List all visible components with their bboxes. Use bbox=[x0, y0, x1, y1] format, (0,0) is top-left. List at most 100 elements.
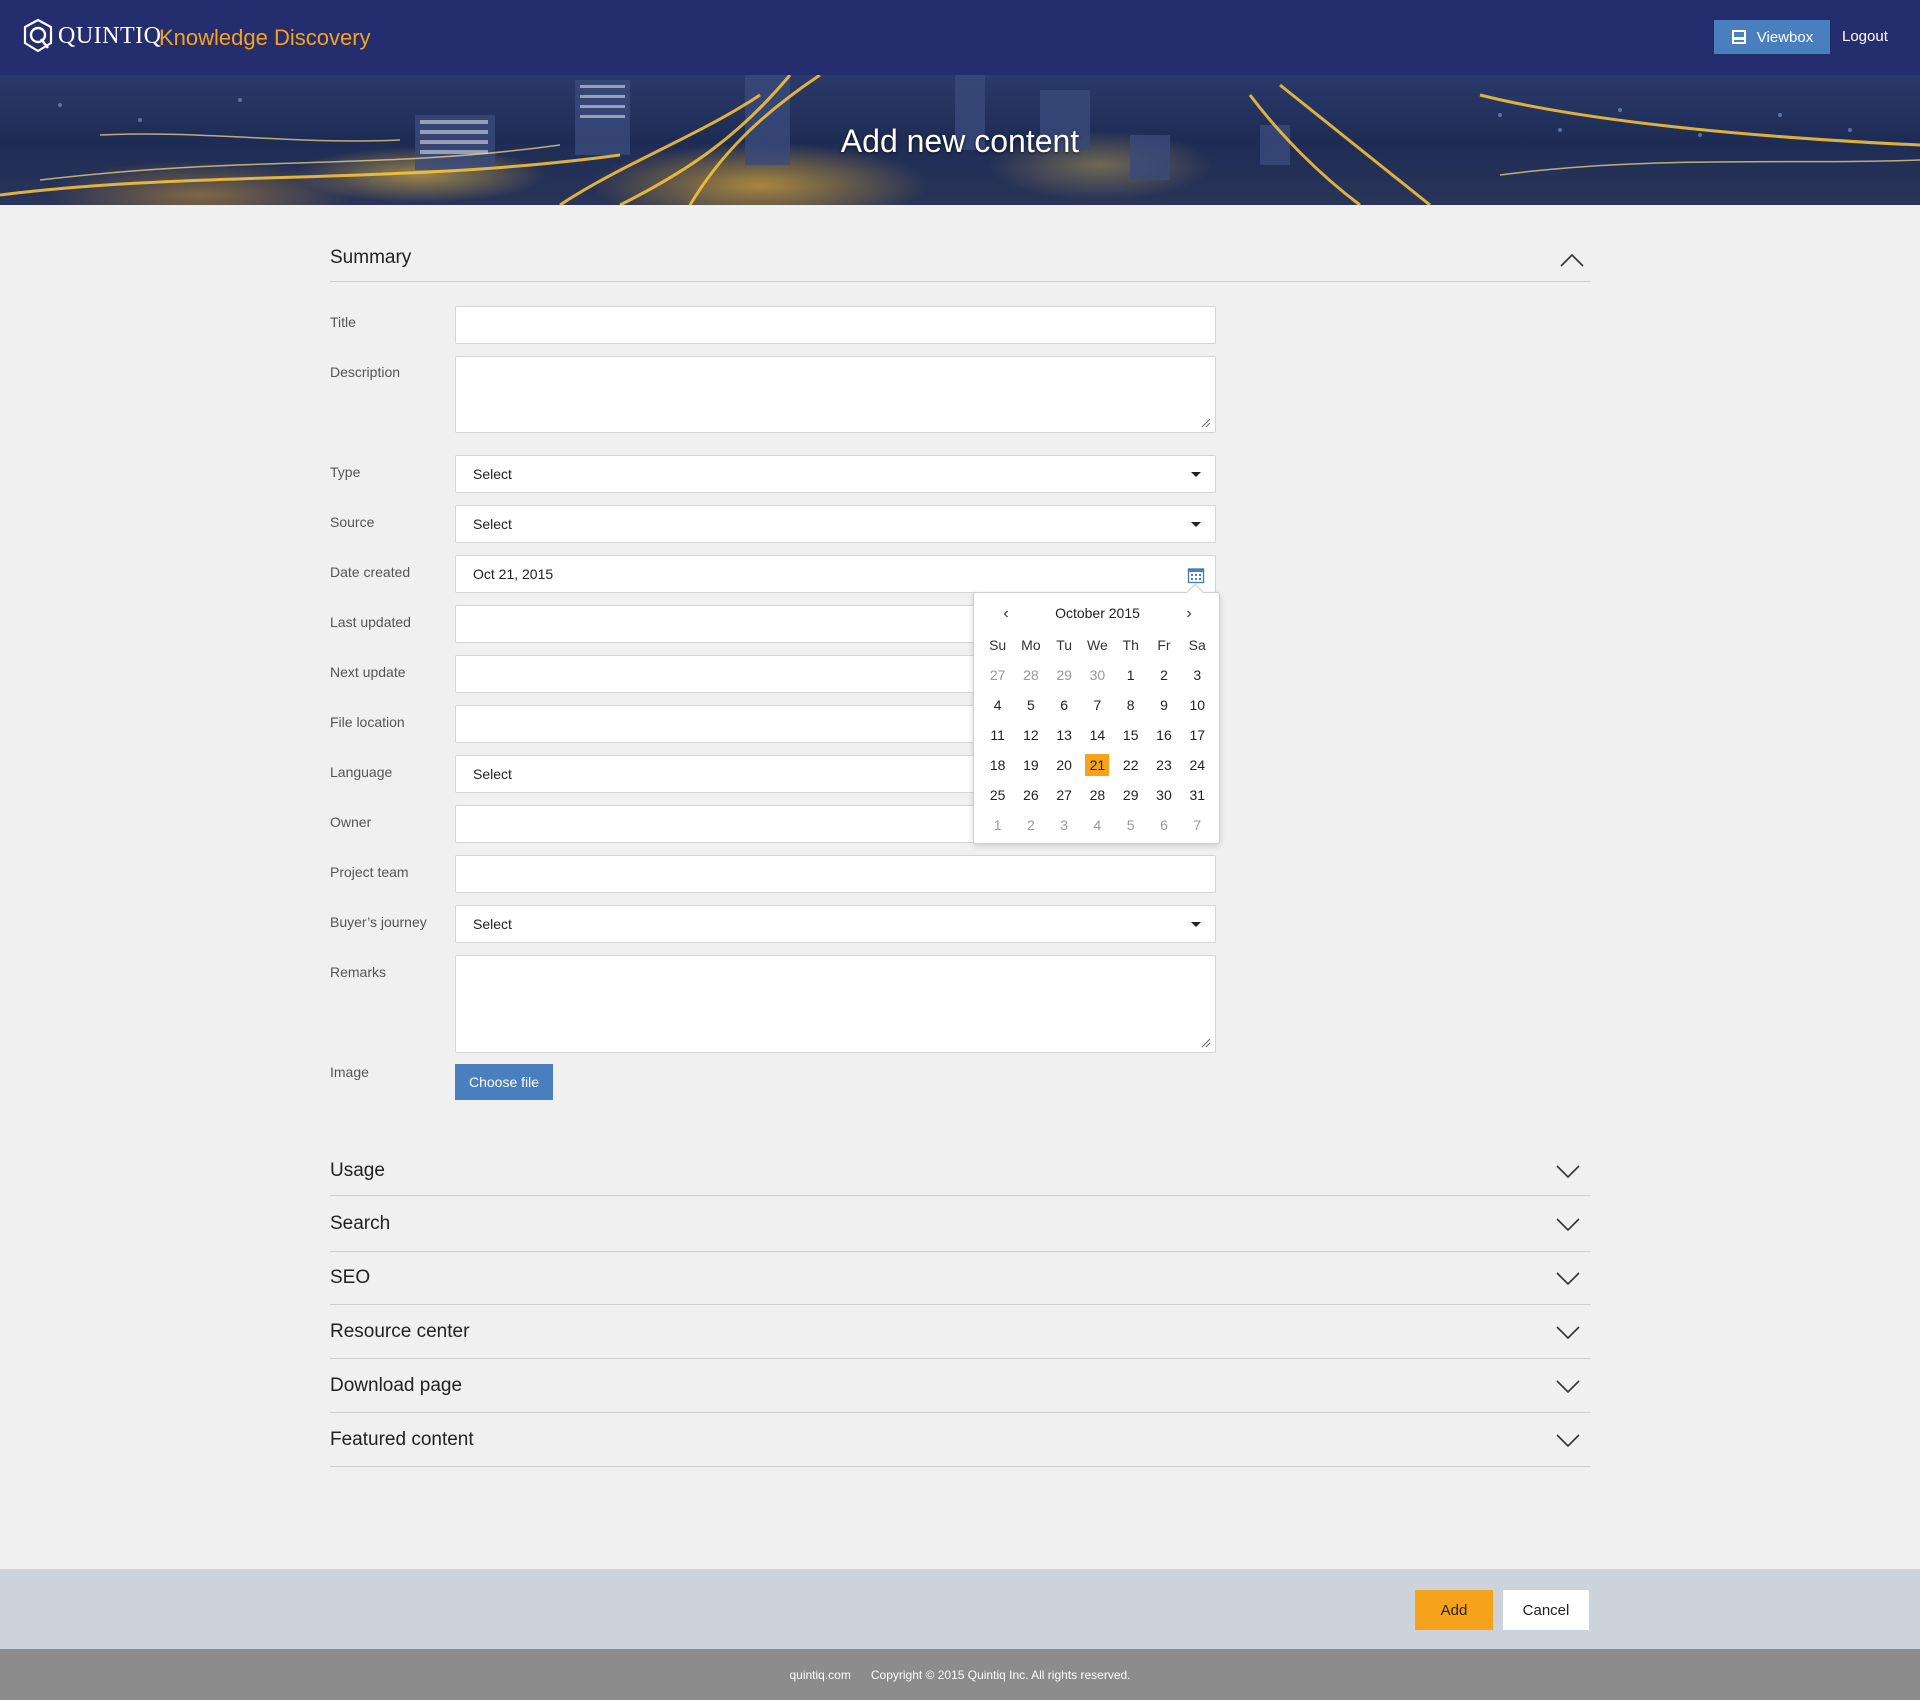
chevron-down-icon[interactable] bbox=[1555, 1216, 1581, 1232]
viewbox-button[interactable]: Viewbox bbox=[1714, 20, 1830, 54]
calendar-day[interactable]: 24 bbox=[1181, 750, 1214, 780]
chevron-down-icon[interactable] bbox=[1555, 1378, 1581, 1394]
calendar-day[interactable]: 7 bbox=[1181, 810, 1214, 840]
calendar-day-number: 27 bbox=[1056, 787, 1072, 803]
calendar-day-number: 25 bbox=[989, 787, 1006, 803]
calendar-day[interactable]: 5 bbox=[1114, 810, 1147, 840]
summary-section-header[interactable]: Summary bbox=[330, 234, 1591, 282]
file-location-label: File location bbox=[330, 714, 405, 730]
calendar-day[interactable]: 29 bbox=[1048, 660, 1081, 690]
calendar-day-number: 6 bbox=[1160, 817, 1168, 833]
calendar-day[interactable]: 12 bbox=[1014, 720, 1047, 750]
type-select[interactable]: Select bbox=[455, 455, 1216, 493]
calendar-day-number: 29 bbox=[1122, 787, 1139, 803]
calendar-day-number: 26 bbox=[1023, 787, 1039, 803]
chevron-down-icon[interactable] bbox=[1555, 1270, 1581, 1286]
seo-section-header[interactable]: SEO bbox=[330, 1252, 1591, 1305]
usage-section-header[interactable]: Usage bbox=[330, 1147, 1591, 1196]
calendar-day[interactable]: 5 bbox=[1014, 690, 1047, 720]
calendar-day[interactable]: 2 bbox=[1014, 810, 1047, 840]
quintiq-logo[interactable]: QUINTIQ bbox=[22, 18, 161, 54]
calendar-day[interactable]: 22 bbox=[1114, 750, 1147, 780]
resize-grip-icon[interactable] bbox=[1199, 416, 1211, 428]
datepicker-popup: ‹ October 2015 › Su Mo Tu We Th Fr Sa 27 28 29 30 1… bbox=[973, 583, 1220, 844]
chevron-down-icon[interactable] bbox=[1555, 1163, 1581, 1179]
logout-link[interactable]: Logout bbox=[1842, 28, 1888, 45]
next-month-icon[interactable]: › bbox=[1179, 603, 1199, 625]
calendar-day[interactable]: 1 bbox=[981, 810, 1014, 840]
calendar-day[interactable]: 26 bbox=[1014, 780, 1047, 810]
title-input[interactable] bbox=[455, 306, 1216, 344]
date-created-input[interactable]: Oct 21, 2015 bbox=[455, 555, 1216, 593]
chevron-down-icon[interactable] bbox=[1555, 1432, 1581, 1448]
buyers-journey-select-value: Select bbox=[473, 916, 512, 932]
calendar-day[interactable]: 28 bbox=[1081, 780, 1114, 810]
calendar-day[interactable]: 16 bbox=[1147, 720, 1180, 750]
calendar-day[interactable]: 29 bbox=[1114, 780, 1147, 810]
calendar-day[interactable]: 14 bbox=[1081, 720, 1114, 750]
calendar-day[interactable]: 1 bbox=[1114, 660, 1147, 690]
download-page-section-header[interactable]: Download page bbox=[330, 1359, 1591, 1413]
owner-label: Owner bbox=[330, 814, 372, 830]
remarks-textarea[interactable] bbox=[455, 955, 1216, 1053]
calendar-day[interactable]: 7 bbox=[1081, 690, 1114, 720]
calendar-day[interactable]: 10 bbox=[1181, 690, 1214, 720]
calendar-day[interactable]: 25 bbox=[981, 780, 1014, 810]
calendar-day[interactable]: 3 bbox=[1181, 660, 1214, 690]
calendar-day[interactable]: 4 bbox=[1081, 810, 1114, 840]
calendar-day[interactable]: 27 bbox=[1048, 780, 1081, 810]
add-button[interactable]: Add bbox=[1415, 1590, 1493, 1630]
calendar-day-number: 7 bbox=[1093, 697, 1102, 713]
calendar-day[interactable]: 20 bbox=[1048, 750, 1081, 780]
calendar-day-number: 16 bbox=[1156, 727, 1172, 743]
calendar-day-number: 1 bbox=[1126, 667, 1135, 683]
search-heading: Search bbox=[330, 1212, 391, 1234]
weekday-header: We bbox=[1087, 637, 1108, 653]
calendar-day[interactable]: 6 bbox=[1147, 810, 1180, 840]
buyers-journey-select[interactable]: Select bbox=[455, 905, 1216, 943]
calendar-day[interactable]: 11 bbox=[981, 720, 1014, 750]
calendar-day[interactable]: 3 bbox=[1048, 810, 1081, 840]
calendar-day[interactable]: 15 bbox=[1114, 720, 1147, 750]
calendar-day[interactable]: 28 bbox=[1014, 660, 1047, 690]
calendar-day-number: 5 bbox=[1126, 817, 1135, 833]
calendar-day[interactable]: 9 bbox=[1147, 690, 1180, 720]
calendar-day[interactable]: 13 bbox=[1048, 720, 1081, 750]
chevron-down-icon[interactable] bbox=[1555, 1324, 1581, 1340]
calendar-day-number: 23 bbox=[1156, 757, 1172, 773]
calendar-icon[interactable] bbox=[1187, 566, 1205, 584]
calendar-day[interactable]: 31 bbox=[1181, 780, 1214, 810]
calendar-day[interactable]: 30 bbox=[1147, 780, 1180, 810]
description-textarea[interactable] bbox=[455, 356, 1216, 433]
featured-content-section-header[interactable]: Featured content bbox=[330, 1413, 1591, 1467]
calendar-day-number: 28 bbox=[1089, 787, 1106, 803]
caret-down-icon bbox=[1191, 472, 1201, 477]
search-section-header[interactable]: Search bbox=[330, 1196, 1591, 1252]
seo-heading: SEO bbox=[330, 1267, 371, 1288]
datepicker-grid: Su Mo Tu We Th Fr Sa 27 28 29 30 1 2 3 4 5 6 7 8 9 10 11 12 13 1… bbox=[981, 630, 1214, 840]
weekday-header: Su bbox=[989, 637, 1007, 653]
chevron-up-icon[interactable] bbox=[1559, 252, 1585, 268]
cancel-button[interactable]: Cancel bbox=[1503, 1590, 1589, 1630]
calendar-day[interactable]: 4 bbox=[981, 690, 1014, 720]
calendar-day-number: 24 bbox=[1189, 757, 1206, 773]
source-select[interactable]: Select bbox=[455, 505, 1216, 543]
calendar-day[interactable]: 23 bbox=[1147, 750, 1180, 780]
calendar-day[interactable]: 19 bbox=[1014, 750, 1047, 780]
resource-center-section-header[interactable]: Resource center bbox=[330, 1305, 1591, 1359]
calendar-day[interactable]: 8 bbox=[1114, 690, 1147, 720]
project-team-input[interactable] bbox=[455, 855, 1216, 893]
calendar-day-number: 19 bbox=[1023, 757, 1039, 773]
calendar-day[interactable]: 27 bbox=[981, 660, 1014, 690]
download-page-heading: Download page bbox=[330, 1374, 463, 1396]
calendar-day[interactable]: 17 bbox=[1181, 720, 1214, 750]
last-updated-label: Last updated bbox=[330, 614, 411, 630]
site-link[interactable]: quintiq.com bbox=[789, 1668, 850, 1682]
calendar-day-selected[interactable]: 21 bbox=[1081, 750, 1114, 780]
resize-grip-icon[interactable] bbox=[1199, 1036, 1211, 1048]
calendar-day[interactable]: 30 bbox=[1081, 660, 1114, 690]
calendar-day[interactable]: 18 bbox=[981, 750, 1014, 780]
calendar-day[interactable]: 6 bbox=[1048, 690, 1081, 720]
calendar-day[interactable]: 2 bbox=[1147, 660, 1180, 690]
choose-file-button[interactable]: Choose file bbox=[455, 1064, 553, 1100]
